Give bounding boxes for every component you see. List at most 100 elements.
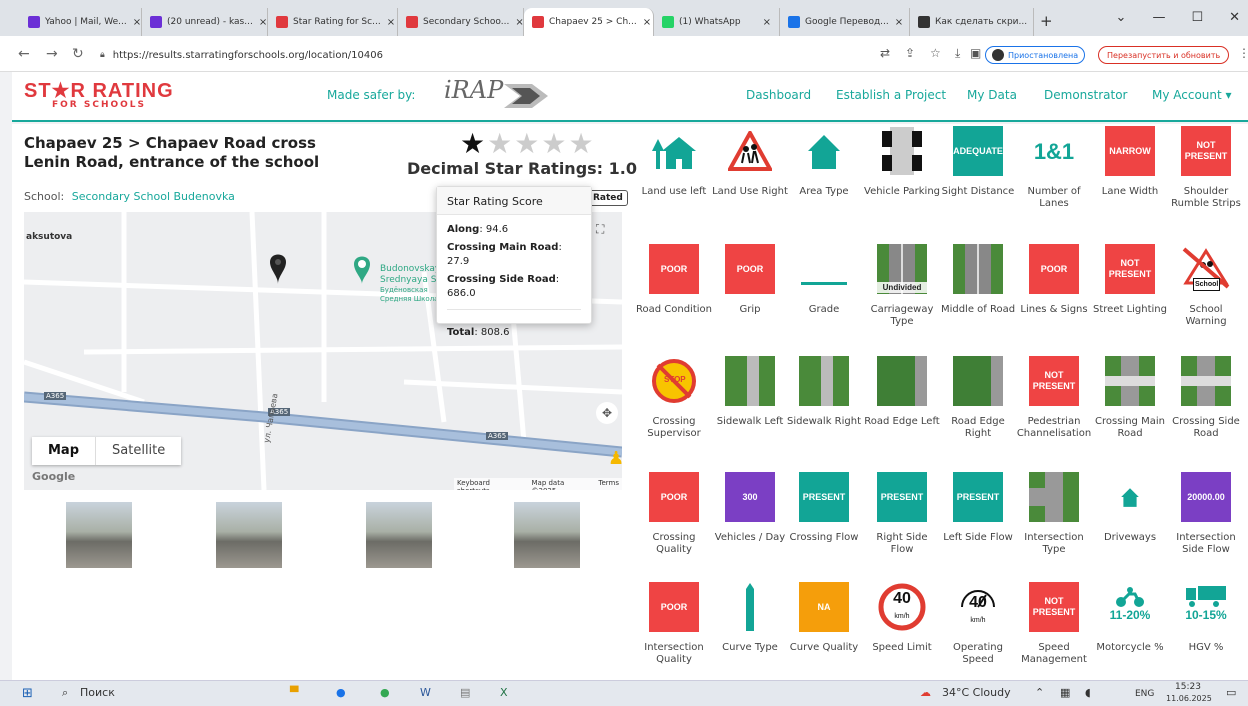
rated-badge[interactable]: Rated <box>588 190 628 206</box>
chrome-browser-icon[interactable]: ● <box>380 686 390 699</box>
translate-icon[interactable]: ⇄ <box>880 46 890 60</box>
attribute-cell[interactable]: PRESENT Left Side Flow <box>940 472 1016 580</box>
attribute-cell[interactable]: 20000.00 Intersection Side Flow <box>1168 472 1244 580</box>
attribute-cell[interactable]: Road Edge Left <box>864 356 940 464</box>
browser-tab[interactable]: Star Rating for Sc... × <box>268 8 398 36</box>
keyboard-shortcuts-link[interactable]: Keyboard shortcuts <box>457 479 521 490</box>
browser-tab[interactable]: Yahoo | Mail, We... × <box>20 8 142 36</box>
bookmark-star-icon[interactable]: ☆ <box>930 46 941 60</box>
nav-establish-project[interactable]: Establish a Project <box>836 88 946 102</box>
tab-close-icon[interactable]: × <box>757 17 771 28</box>
attribute-cell[interactable]: PRESENT Crossing Flow <box>786 472 862 580</box>
url-field[interactable]: 🔒︎ https://results.starratingforschools.… <box>100 44 860 66</box>
attribute-cell[interactable]: Curve Type <box>712 582 788 690</box>
compass-icon[interactable]: ✥ <box>596 402 618 424</box>
file-explorer-icon[interactable]: ▀ <box>290 686 298 699</box>
fullscreen-icon[interactable]: ⛶ <box>596 222 614 240</box>
attribute-cell[interactable]: POOR Intersection Quality <box>636 582 712 690</box>
attribute-cell[interactable]: 1&1 Number of Lanes <box>1016 126 1092 234</box>
attribute-cell[interactable]: NA Curve Quality <box>786 582 862 690</box>
maximize-button[interactable]: ☐ <box>1191 10 1203 25</box>
attribute-cell[interactable]: Land Use Right <box>712 126 788 234</box>
terms-link[interactable]: Terms <box>598 479 619 490</box>
new-tab-button[interactable]: + <box>1040 12 1053 30</box>
nav-dashboard[interactable]: Dashboard <box>746 88 811 102</box>
tab-search-icon[interactable]: ⌄ <box>1116 10 1127 25</box>
street-photo[interactable] <box>366 502 432 568</box>
attribute-cell[interactable]: 40 km/h Speed Limit <box>864 582 940 690</box>
nav-my-account[interactable]: My Account ▾ <box>1152 88 1232 102</box>
tab-close-icon[interactable]: × <box>127 17 141 28</box>
clock-date[interactable]: 11.06.2025 <box>1166 694 1212 703</box>
attribute-cell[interactable]: Area Type <box>786 126 862 234</box>
menu-kebab-icon[interactable]: ⋮ <box>1238 46 1248 60</box>
forward-button[interactable]: → <box>46 46 58 62</box>
attribute-cell[interactable]: Sidewalk Left <box>712 356 788 464</box>
weather-icon[interactable]: ☁ <box>920 686 931 699</box>
attribute-cell[interactable]: ADEQUATE Sight Distance <box>940 126 1016 234</box>
tab-close-icon[interactable]: × <box>509 17 523 28</box>
attribute-cell[interactable]: Intersection Type <box>1016 472 1092 580</box>
tab-close-icon[interactable]: × <box>253 17 267 28</box>
attribute-cell[interactable]: NOT PRESENT Pedestrian Channelisation <box>1016 356 1092 464</box>
attribute-cell[interactable]: Driveways <box>1092 472 1168 580</box>
school-link[interactable]: Secondary School Budenovka <box>72 190 235 203</box>
download-icon[interactable]: ⤓ <box>955 46 960 61</box>
attribute-cell[interactable]: Undivided Carriageway Type <box>864 244 940 352</box>
attribute-cell[interactable]: POOR Lines & Signs <box>1016 244 1092 352</box>
street-view-pegman-icon[interactable]: ♟ <box>608 448 622 469</box>
attribute-cell[interactable]: Crossing Main Road <box>1092 356 1168 464</box>
nav-demonstrator[interactable]: Demonstrator <box>1044 88 1127 102</box>
excel-icon[interactable]: X <box>500 686 508 699</box>
attribute-cell[interactable]: 10-15% HGV % <box>1168 582 1244 690</box>
clock-time[interactable]: 15:23 <box>1175 682 1201 692</box>
nav-my-data[interactable]: My Data <box>967 88 1017 102</box>
attribute-cell[interactable]: NOT PRESENT Street Lighting <box>1092 244 1168 352</box>
browser-tab[interactable]: Secondary Schoo... × <box>398 8 524 36</box>
street-photo[interactable] <box>66 502 132 568</box>
attribute-cell[interactable]: Crossing Side Road <box>1168 356 1244 464</box>
restart-update-button[interactable]: Перезапустить и обновить <box>1098 46 1230 64</box>
word-icon[interactable]: W <box>420 686 431 699</box>
attribute-cell[interactable]: 11-20% Motorcycle % <box>1092 582 1168 690</box>
attribute-cell[interactable]: Vehicle Parking <box>864 126 940 234</box>
attribute-cell[interactable]: Middle of Road <box>940 244 1016 352</box>
tray-expand-icon[interactable]: ⌃ <box>1035 686 1044 699</box>
app-icon[interactable]: ▤ <box>460 686 470 699</box>
map-type-map[interactable]: Map <box>32 437 97 465</box>
language-indicator[interactable]: ENG <box>1135 689 1154 699</box>
attribute-cell[interactable]: Sidewalk Right <box>786 356 862 464</box>
attribute-cell[interactable]: POOR Road Condition <box>636 244 712 352</box>
share-icon[interactable]: ⇪ <box>905 46 915 60</box>
search-icon[interactable]: ⌕ <box>62 686 68 700</box>
browser-tab[interactable]: Как сделать скри...× <box>910 8 1034 36</box>
attribute-cell[interactable]: NOT PRESENT Speed Management <box>1016 582 1092 690</box>
irap-logo[interactable]: iRAP <box>444 76 503 104</box>
minimize-button[interactable]: — <box>1152 10 1165 25</box>
tab-close-icon[interactable]: × <box>381 17 395 28</box>
map-type-satellite[interactable]: Satellite <box>96 437 181 465</box>
attribute-cell[interactable]: Land use left <box>636 126 712 234</box>
close-window-button[interactable]: ✕ <box>1229 10 1240 25</box>
reload-button[interactable]: ↻ <box>72 46 84 62</box>
weather-text[interactable]: 34°C Cloudy <box>942 686 1011 699</box>
attribute-cell[interactable]: STOP Crossing Supervisor <box>636 356 712 464</box>
attribute-cell[interactable]: NOT PRESENT Shoulder Rumble Strips <box>1168 126 1244 234</box>
attribute-cell[interactable]: NARROW Lane Width <box>1092 126 1168 234</box>
browser-tab[interactable]: Google Перевод... × <box>780 8 910 36</box>
sidepanel-icon[interactable]: ▣ <box>970 46 981 60</box>
street-photo[interactable] <box>514 502 580 568</box>
profile-paused-button[interactable]: Приостановлена <box>985 46 1086 64</box>
volume-icon[interactable]: ◖ <box>1085 686 1091 699</box>
attribute-cell[interactable]: School School Warning <box>1168 244 1244 352</box>
tab-close-icon[interactable]: × <box>1027 17 1033 28</box>
attribute-cell[interactable]: PRESENT Right Side Flow <box>864 472 940 580</box>
taskbar-search[interactable]: Поиск <box>80 686 115 699</box>
network-icon[interactable]: ▦ <box>1060 686 1070 699</box>
attribute-cell[interactable]: POOR Grip <box>712 244 788 352</box>
attribute-cell[interactable]: Road Edge Right <box>940 356 1016 464</box>
browser-tab[interactable]: Chapaev 25 > Ch... × <box>524 8 654 36</box>
windows-start-icon[interactable]: ⊞ <box>22 686 33 701</box>
street-photo[interactable] <box>216 502 282 568</box>
attribute-cell[interactable]: Grade <box>786 244 862 352</box>
